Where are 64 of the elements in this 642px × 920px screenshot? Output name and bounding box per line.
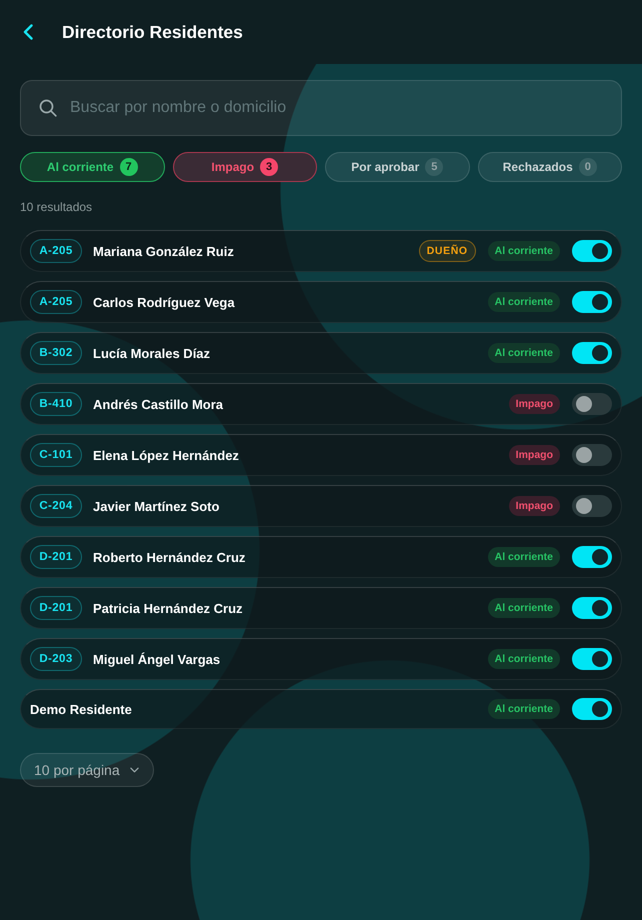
unit-badge: B-302 xyxy=(30,341,82,365)
toggle-switch[interactable] xyxy=(572,393,612,415)
count-badge: 0 xyxy=(578,158,597,176)
status-badge: Al corriente xyxy=(488,598,560,618)
unit-badge: D-203 xyxy=(30,647,82,671)
toggle-switch[interactable] xyxy=(572,444,612,466)
resident-row[interactable]: C-101 Elena López Hernández Impago xyxy=(20,434,622,476)
results-count: 10 resultados xyxy=(20,200,92,215)
count-badge: 7 xyxy=(120,158,138,176)
status-badge: Al corriente xyxy=(488,241,560,261)
toggle-switch[interactable] xyxy=(572,342,612,364)
unit-badge: A-205 xyxy=(30,239,82,263)
unit-badge: D-201 xyxy=(30,545,82,569)
unit-badge: B-410 xyxy=(30,392,82,416)
chevron-left-icon xyxy=(23,24,33,40)
status-badge: Al corriente xyxy=(488,699,560,719)
resident-row[interactable]: D-203 Miguel Ángel Vargas Al corriente xyxy=(20,638,622,680)
resident-row[interactable]: D-201 Patricia Hernández Cruz Al corriente xyxy=(20,587,622,629)
resident-name: Elena López Hernández xyxy=(93,448,239,462)
resident-row[interactable]: A-205 Carlos Rodríguez Vega Al corriente xyxy=(20,281,622,323)
resident-name: Carlos Rodríguez Vega xyxy=(93,294,235,310)
toggle-switch[interactable] xyxy=(572,648,612,670)
resident-name: Lucía Morales Díaz xyxy=(93,346,210,360)
resident-name: Patricia Hernández Cruz xyxy=(93,600,243,616)
status-badge: Al corriente xyxy=(488,343,560,363)
toggle-switch[interactable] xyxy=(572,240,612,262)
resident-name: Demo Residente xyxy=(30,702,132,716)
resident-row[interactable]: C-204 Javier Martínez Soto Impago xyxy=(20,485,622,527)
unit-badge: A-205 xyxy=(30,290,82,314)
resident-name: Miguel Ángel Vargas xyxy=(93,652,220,666)
chevron-down-icon xyxy=(130,767,139,773)
status-badge: Al corriente xyxy=(488,547,560,567)
status-badge: Impago xyxy=(508,394,560,414)
status-badge: Al corriente xyxy=(488,649,560,669)
search-icon xyxy=(39,99,57,117)
unit-badge: D-201 xyxy=(30,596,82,620)
resident-name: Roberto Hernández Cruz xyxy=(93,550,246,564)
status-badge: Impago xyxy=(508,445,560,465)
unit-badge: C-101 xyxy=(30,443,82,467)
unit-badge: C-204 xyxy=(30,494,82,518)
resident-name: Javier Martínez Soto xyxy=(93,498,220,514)
toggle-switch[interactable] xyxy=(572,291,612,313)
filter-chip[interactable]: Rechazados 0 xyxy=(478,152,622,182)
owner-badge: DUEÑO xyxy=(418,240,476,262)
page-size-dropdown[interactable]: 10 por página xyxy=(20,753,154,787)
resident-name: Mariana González Ruiz xyxy=(93,244,234,258)
filter-chip[interactable]: Por aprobar 5 xyxy=(325,152,470,182)
toggle-switch[interactable] xyxy=(572,495,612,517)
status-badge: Impago xyxy=(508,496,560,516)
toggle-switch[interactable] xyxy=(572,698,612,720)
count-badge: 5 xyxy=(425,158,444,176)
status-badge: Al corriente xyxy=(488,292,560,312)
toggle-switch[interactable] xyxy=(572,546,612,568)
filter-chip[interactable]: Al corriente 7 xyxy=(20,152,164,182)
resident-row[interactable]: D-201 Roberto Hernández Cruz Al corriente xyxy=(20,536,622,578)
resident-row[interactable]: A-205 Mariana González Ruiz DUEÑO Al corriente xyxy=(20,230,622,272)
filter-chip[interactable]: Impago 3 xyxy=(172,152,317,182)
resident-name: Andrés Castillo Mora xyxy=(93,396,224,412)
page-title: Directorio Residentes xyxy=(62,22,243,42)
resident-row[interactable]: B-410 Andrés Castillo Mora Impago xyxy=(20,383,622,425)
resident-row[interactable]: B-302 Lucía Morales Díaz Al corriente xyxy=(20,332,622,374)
count-badge: 3 xyxy=(260,158,278,176)
resident-row[interactable]: Demo Residente Al corriente xyxy=(20,689,622,729)
toggle-switch[interactable] xyxy=(572,597,612,619)
